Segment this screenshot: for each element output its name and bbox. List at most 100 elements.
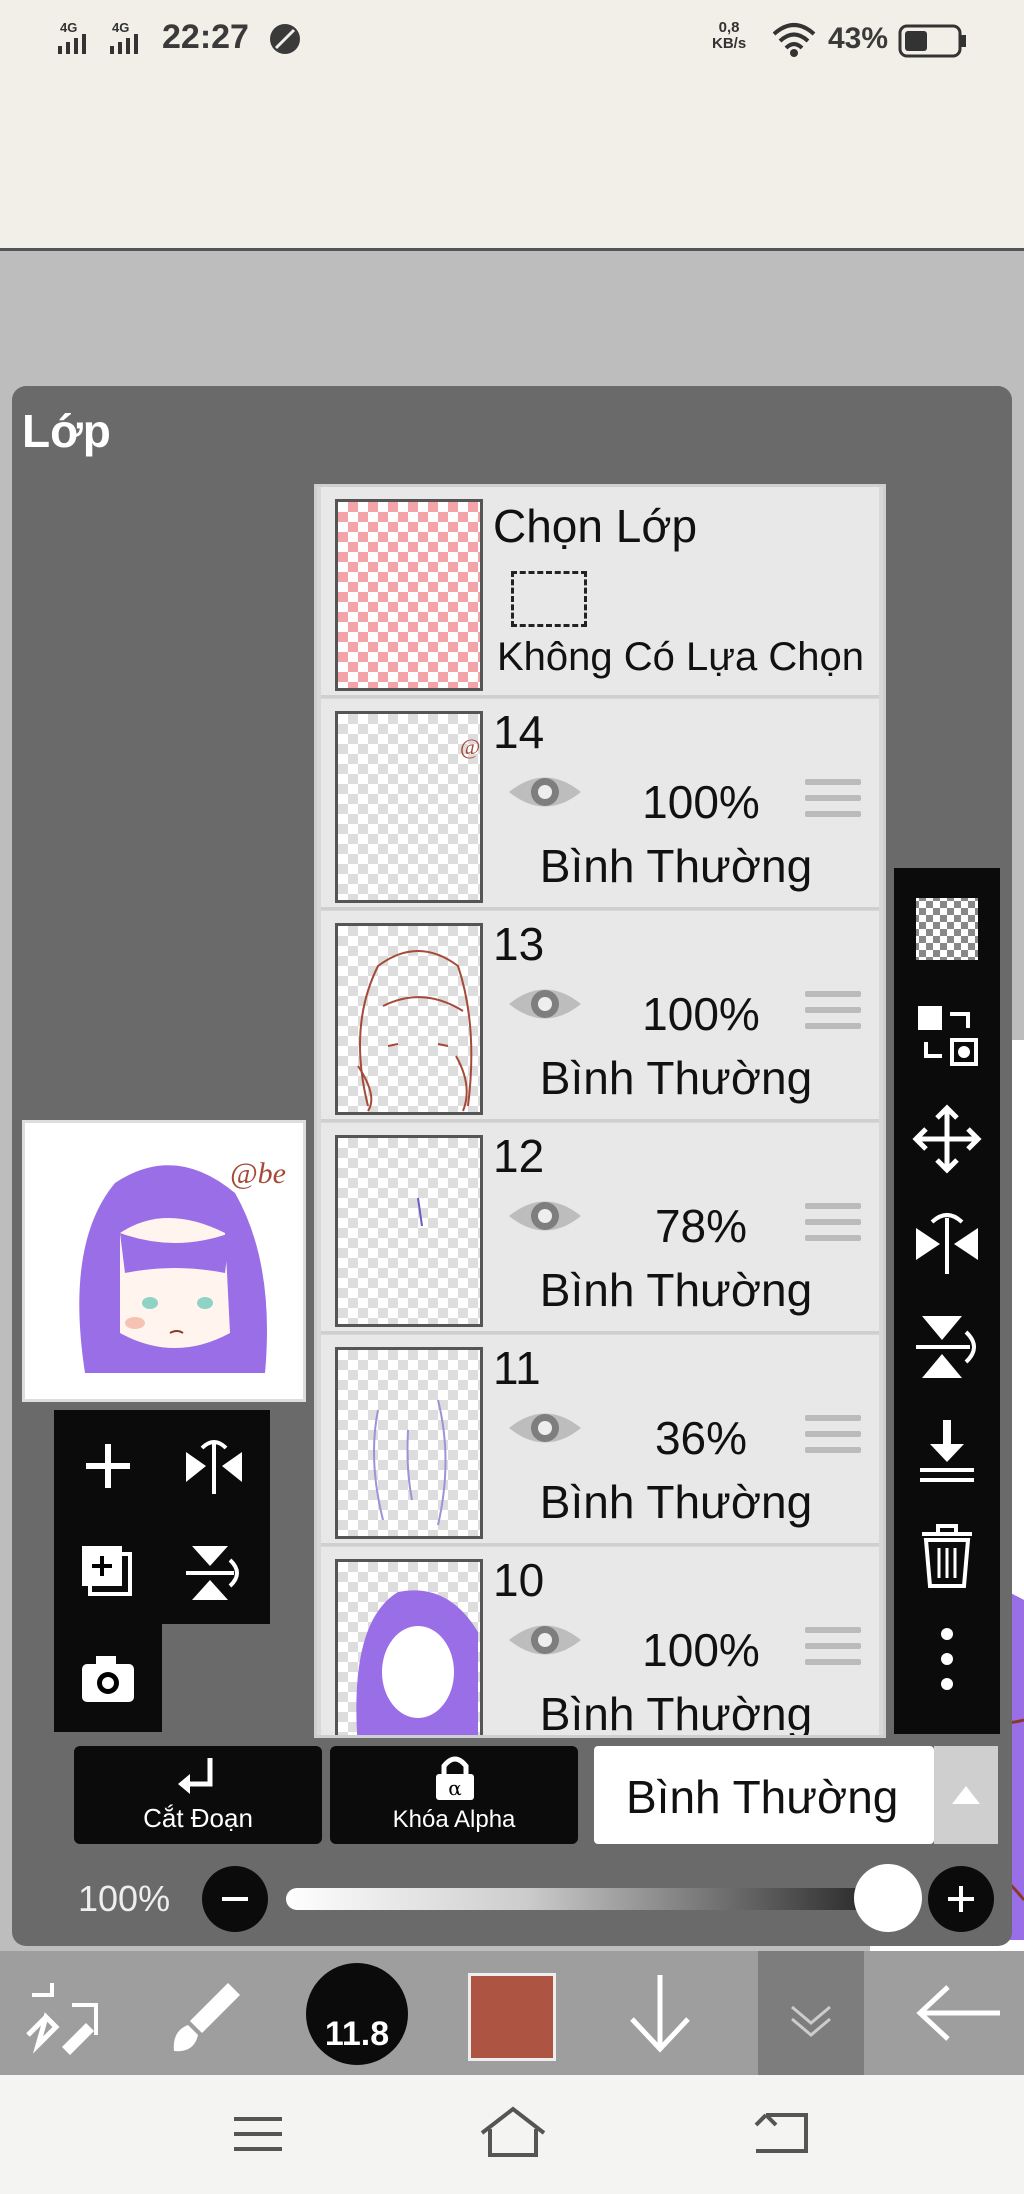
brush-size-button[interactable]: 11.8 xyxy=(306,1963,408,2065)
layer-button[interactable] xyxy=(758,1951,864,2075)
clock: 22:27 xyxy=(162,18,249,56)
move-icon[interactable] xyxy=(912,1104,982,1174)
bottom-toolbar: 11.8 xyxy=(0,1951,1024,2075)
selection-layer-title: Chọn Lớp xyxy=(493,500,698,552)
layer-actions-toolbar-2 xyxy=(54,1624,162,1732)
signal-icon: 4G xyxy=(58,20,102,56)
layer-thumbnail xyxy=(335,1559,483,1735)
arrow-down-icon[interactable] xyxy=(620,1971,700,2055)
panel-title: Lớp xyxy=(22,405,111,457)
opacity-value: 100% xyxy=(78,1878,171,1919)
layer-row-14[interactable]: @ 14 100% Bình Thường xyxy=(321,699,879,910)
svg-text:α: α xyxy=(448,1776,462,1800)
selection-layer-row[interactable]: Chọn Lớp Không Có Lựa Chọn xyxy=(321,487,879,698)
network-label-2: 4G xyxy=(112,20,129,35)
more-icon[interactable] xyxy=(912,1624,982,1694)
visibility-eye-icon[interactable] xyxy=(507,1193,583,1239)
opacity-plus-button[interactable] xyxy=(928,1866,994,1932)
layer-blend-mode: Bình Thường xyxy=(539,1052,813,1104)
drag-handle-icon[interactable] xyxy=(805,1415,861,1463)
menu-icon[interactable] xyxy=(230,2111,286,2157)
layer-opacity: 100% xyxy=(642,988,760,1040)
layer-blend-mode: Bình Thường xyxy=(539,1476,813,1528)
brush-size-value: 11.8 xyxy=(324,2015,390,2053)
layer-list[interactable]: Chọn Lớp Không Có Lựa Chọn @ 14 100% Bìn… xyxy=(314,484,886,1738)
layer-opacity: 100% xyxy=(642,1624,760,1676)
battery-icon xyxy=(898,24,968,58)
layer-number: 14 xyxy=(493,706,545,758)
layer-blend-mode: Bình Thường xyxy=(539,840,813,892)
duplicate-layer-icon[interactable] xyxy=(78,1542,138,1602)
layer-row-10[interactable]: 10 100% Bình Thường xyxy=(321,1547,879,1738)
lock-icon: α xyxy=(432,1752,478,1802)
layer-number: 10 xyxy=(493,1554,545,1606)
layer-number: 12 xyxy=(493,1130,545,1182)
brush-icon[interactable] xyxy=(168,1975,248,2055)
dropdown-arrow-icon[interactable] xyxy=(934,1746,998,1844)
transparency-icon[interactable] xyxy=(912,894,982,964)
alpha-lock-button[interactable]: α Khóa Alpha xyxy=(330,1746,578,1844)
selection-thumbnail xyxy=(335,499,483,691)
layer-thumbnail xyxy=(335,1347,483,1539)
drag-handle-icon[interactable] xyxy=(805,779,861,827)
alpha-lock-label: Khóa Alpha xyxy=(392,1806,516,1833)
svg-text:@be: @be xyxy=(230,1157,286,1190)
layer-number: 13 xyxy=(493,918,545,970)
flip-vertical-icon[interactable] xyxy=(184,1542,244,1602)
opacity-slider[interactable] xyxy=(286,1888,886,1910)
merge-down-icon[interactable] xyxy=(912,1416,982,1486)
trash-icon[interactable] xyxy=(912,1520,982,1590)
drag-handle-icon[interactable] xyxy=(805,991,861,1039)
flip-horizontal-icon[interactable] xyxy=(184,1436,244,1496)
svg-text:@: @ xyxy=(460,734,480,759)
layer-blend-mode: Bình Thường xyxy=(539,1688,813,1738)
battery-percent: 43% xyxy=(828,22,889,55)
layer-tools-toolbar xyxy=(894,868,1000,1734)
flip-vertical-icon[interactable] xyxy=(912,1312,982,1382)
layer-opacity: 78% xyxy=(654,1200,748,1252)
drag-handle-icon[interactable] xyxy=(805,1627,861,1675)
color-swatch[interactable] xyxy=(468,1973,556,2061)
layer-row-13[interactable]: 13 100% Bình Thường xyxy=(321,911,879,1122)
opacity-minus-button[interactable] xyxy=(202,1866,268,1932)
visibility-eye-icon[interactable] xyxy=(507,1617,583,1663)
flip-horizontal-icon[interactable] xyxy=(912,1208,982,1278)
swap-layer-icon[interactable] xyxy=(912,1000,982,1070)
clipping-label: Cắt Đoạn xyxy=(143,1803,253,1833)
layer-opacity: 100% xyxy=(642,776,760,828)
system-nav-bar xyxy=(0,2075,1024,2194)
network-speed: 0,8 KB/s xyxy=(712,20,746,52)
app-header xyxy=(0,80,1024,251)
selection-layer-subtitle: Không Có Lựa Chọn xyxy=(497,635,865,679)
add-layer-icon[interactable] xyxy=(78,1436,138,1496)
layer-thumbnail xyxy=(335,923,483,1115)
opacity-slider-knob[interactable] xyxy=(854,1864,922,1932)
visibility-eye-icon[interactable] xyxy=(507,981,583,1027)
drag-handle-icon[interactable] xyxy=(805,1203,861,1251)
home-icon[interactable] xyxy=(478,2105,548,2159)
layer-opacity: 36% xyxy=(654,1412,748,1464)
notification-leaf-icon xyxy=(268,22,302,56)
layer-number: 11 xyxy=(493,1342,541,1394)
camera-icon[interactable] xyxy=(78,1648,138,1708)
network-label: 4G xyxy=(60,20,77,35)
layer-thumbnail xyxy=(335,1135,483,1327)
visibility-eye-icon[interactable] xyxy=(507,1405,583,1451)
signal-icon-2: 4G xyxy=(110,20,154,56)
back-icon[interactable] xyxy=(914,1971,1004,2055)
layer-row-12[interactable]: 12 78% Bình Thường xyxy=(321,1123,879,1334)
selection-marquee-icon xyxy=(511,571,587,627)
layer-blend-mode: Bình Thường xyxy=(539,1264,813,1316)
back-nav-icon[interactable] xyxy=(752,2107,812,2157)
clipping-button[interactable]: Cắt Đoạn xyxy=(74,1746,322,1844)
layer-row-11[interactable]: 11 36% Bình Thường xyxy=(321,1335,879,1546)
clipping-arrow-icon xyxy=(174,1754,224,1804)
canvas-preview[interactable]: @be xyxy=(22,1120,306,1402)
visibility-eye-icon[interactable] xyxy=(507,769,583,815)
blend-mode-dropdown[interactable]: Bình Thường xyxy=(594,1746,934,1844)
status-bar: 4G 4G 22:27 0,8 KB/s 43% xyxy=(0,0,1024,80)
wifi-icon xyxy=(770,20,818,58)
layer-actions-toolbar xyxy=(54,1410,270,1624)
blend-mode-value: Bình Thường xyxy=(626,1771,899,1823)
transform-icon[interactable] xyxy=(22,1975,102,2055)
